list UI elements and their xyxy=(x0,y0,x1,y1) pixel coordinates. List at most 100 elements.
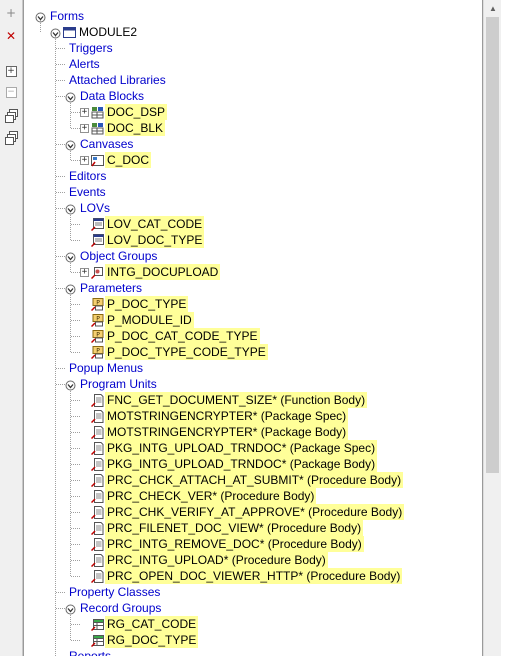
tree-node-label: Program Units xyxy=(80,377,157,391)
tree-root-forms[interactable]: Forms xyxy=(35,8,86,24)
tree-node-label: PRC_CHK_VERIFY_AT_APPROVE* (Procedure Bo… xyxy=(105,504,405,520)
expand-toggle-icon[interactable]: + xyxy=(80,267,89,277)
expand-all-icon xyxy=(5,109,18,123)
program-unit-icon xyxy=(90,505,104,519)
collapse-toggle-icon[interactable] xyxy=(65,91,76,102)
plus-icon: + xyxy=(5,6,17,20)
tree-node-label: PRC_INTG_UPLOAD* (Procedure Body) xyxy=(105,552,328,568)
tree-category-editors[interactable]: Editors xyxy=(67,168,108,184)
tree-connector-line xyxy=(56,48,65,49)
tree-node-label: PRC_INTG_REMOVE_DOC* (Procedure Body) xyxy=(105,536,364,552)
tree-item-lov-doc-type[interactable]: LOV_DOC_TYPE xyxy=(80,232,205,248)
tree-item-p-module-id[interactable]: P P_MODULE_ID xyxy=(80,312,194,328)
tree-item-rg-cat-code[interactable]: RG_CAT_CODE xyxy=(80,616,199,632)
program-unit-icon xyxy=(90,553,104,567)
program-unit-icon xyxy=(90,569,104,583)
tree-node-label: Alerts xyxy=(69,57,100,71)
tree-category-data-blocks[interactable]: Data Blocks xyxy=(65,88,146,104)
vertical-scrollbar[interactable]: ▲ xyxy=(483,0,502,656)
tree-connector-line xyxy=(56,192,65,193)
tree-item-prc-intg-remove-doc-procedure-body[interactable]: PRC_INTG_REMOVE_DOC* (Procedure Body) xyxy=(80,536,364,552)
expand-all-button[interactable] xyxy=(4,108,18,123)
tree-connector-line xyxy=(71,480,80,481)
tree-connector-line xyxy=(71,624,80,625)
tree-category-triggers[interactable]: Triggers xyxy=(67,40,115,56)
expand-toggle-icon[interactable]: + xyxy=(80,155,89,165)
tree-item-pkg-intg-upload-trndoc-package-spec[interactable]: PKG_INTG_UPLOAD_TRNDOC* (Package Spec) xyxy=(80,440,378,456)
tree-node-label: Triggers xyxy=(69,41,113,55)
tree-item-lov-cat-code[interactable]: LOV_CAT_CODE xyxy=(80,216,205,232)
tree-item-motstringencrypter-package-body[interactable]: MOTSTRINGENCRYPTER* (Package Body) xyxy=(80,424,349,440)
tree-item-p-doc-cat-code-type[interactable]: P P_DOC_CAT_CODE_TYPE xyxy=(80,328,260,344)
form-module-icon xyxy=(63,26,76,39)
tree-category-object-groups[interactable]: Object Groups xyxy=(65,248,159,264)
tree-item-p-doc-type[interactable]: P P_DOC_TYPE xyxy=(80,296,189,312)
tree-item-prc-open-doc-viewer-http-procedure-body[interactable]: PRC_OPEN_DOC_VIEWER_HTTP* (Procedure Bod… xyxy=(80,568,403,584)
tree-item-prc-intg-upload-procedure-body[interactable]: PRC_INTG_UPLOAD* (Procedure Body) xyxy=(80,552,328,568)
create-button[interactable]: + xyxy=(4,6,18,20)
tree-item-pkg-intg-upload-trndoc-package-body[interactable]: PKG_INTG_UPLOAD_TRNDOC* (Package Body) xyxy=(80,456,378,472)
tree-connector-line xyxy=(71,576,80,577)
scroll-up-arrow-icon[interactable]: ▲ xyxy=(484,0,502,17)
tree-category-property-classes[interactable]: Property Classes xyxy=(67,584,162,600)
tree-node-label: LOV_DOC_TYPE xyxy=(105,232,205,248)
collapse-toggle-icon[interactable] xyxy=(65,251,76,262)
program-unit-icon xyxy=(90,537,104,551)
tree-item-fnc-get-document-size-function-body[interactable]: FNC_GET_DOCUMENT_SIZE* (Function Body) xyxy=(80,392,368,408)
tree-category-popup-menus[interactable]: Popup Menus xyxy=(67,360,145,376)
expand-toggle-icon[interactable]: + xyxy=(80,123,89,133)
program-unit-icon xyxy=(90,409,104,423)
expand-button[interactable]: + xyxy=(4,64,18,78)
program-unit-icon xyxy=(90,521,104,535)
scrollbar-thumb[interactable] xyxy=(486,17,499,473)
tree-category-reports[interactable]: Reports xyxy=(67,648,113,656)
tree-item-intg-docupload[interactable]: + INTG_DOCUPLOAD xyxy=(80,264,221,280)
tree-item-prc-filenet-doc-view-procedure-body[interactable]: PRC_FILENET_DOC_VIEW* (Procedure Body) xyxy=(80,520,364,536)
canvas-icon xyxy=(91,154,104,167)
tree-node-label: PRC_CHECK_VER* (Procedure Body) xyxy=(105,488,317,504)
program-unit-icon xyxy=(90,393,104,407)
tree-item-p-doc-type-code-type[interactable]: P P_DOC_TYPE_CODE_TYPE xyxy=(80,344,268,360)
object-group-icon xyxy=(90,266,104,279)
record-group-icon xyxy=(90,618,104,631)
tree-category-attached-libraries[interactable]: Attached Libraries xyxy=(67,72,168,88)
tree-item-c-doc[interactable]: + C_DOC xyxy=(80,152,152,168)
collapse-toggle-icon[interactable] xyxy=(65,379,76,390)
tree-category-parameters[interactable]: Parameters xyxy=(65,280,144,296)
collapse-toggle-icon[interactable] xyxy=(65,283,76,294)
collapse-button[interactable]: − xyxy=(4,85,18,99)
collapse-toggle-icon[interactable] xyxy=(65,603,76,614)
tree-category-alerts[interactable]: Alerts xyxy=(67,56,102,72)
collapse-icon: − xyxy=(5,86,17,98)
tree-item-prc-chck-attach-at-submit-procedure-body[interactable]: PRC_CHCK_ATTACH_AT_SUBMIT* (Procedure Bo… xyxy=(80,472,404,488)
tree-item-prc-check-ver-procedure-body[interactable]: PRC_CHECK_VER* (Procedure Body) xyxy=(80,488,317,504)
tree-item-motstringencrypter-package-spec[interactable]: MOTSTRINGENCRYPTER* (Package Spec) xyxy=(80,408,349,424)
collapse-toggle-icon[interactable] xyxy=(65,203,76,214)
tree-item-prc-chk-verify-at-approve-procedure-body[interactable]: PRC_CHK_VERIFY_AT_APPROVE* (Procedure Bo… xyxy=(80,504,405,520)
tree-connector-line xyxy=(71,400,80,401)
tree-node-label: P_DOC_TYPE_CODE_TYPE xyxy=(105,344,268,360)
tree-item-doc-blk[interactable]: + DOC_BLK xyxy=(80,120,166,136)
tree-connector-line xyxy=(71,240,80,241)
collapse-all-icon xyxy=(5,131,18,145)
tree-connector-line xyxy=(71,416,80,417)
collapse-toggle-icon[interactable] xyxy=(65,139,76,150)
svg-text:P: P xyxy=(96,299,100,306)
delete-button[interactable]: ✕ xyxy=(4,29,18,43)
tree-category-events[interactable]: Events xyxy=(67,184,108,200)
tree-item-doc-dsp[interactable]: + DOC_DSP xyxy=(80,104,168,120)
tree-guide-line xyxy=(70,293,71,352)
collapse-all-button[interactable] xyxy=(4,130,18,145)
expand-toggle-icon[interactable]: + xyxy=(80,107,89,117)
tree-connector-line xyxy=(71,304,80,305)
tree-category-canvases[interactable]: Canvases xyxy=(65,136,135,152)
tree-category-record-groups[interactable]: Record Groups xyxy=(65,600,163,616)
tree-category-program-units[interactable]: Program Units xyxy=(65,376,159,392)
tree-category-lovs[interactable]: LOVs xyxy=(65,200,112,216)
tree-connector-line xyxy=(71,544,80,545)
right-margin xyxy=(501,0,513,656)
tree-connector-line xyxy=(71,224,80,225)
block-icon xyxy=(91,106,104,119)
tree-item-rg-doc-type[interactable]: RG_DOC_TYPE xyxy=(80,632,199,648)
tree-module-node[interactable]: MODULE2 xyxy=(50,24,139,40)
